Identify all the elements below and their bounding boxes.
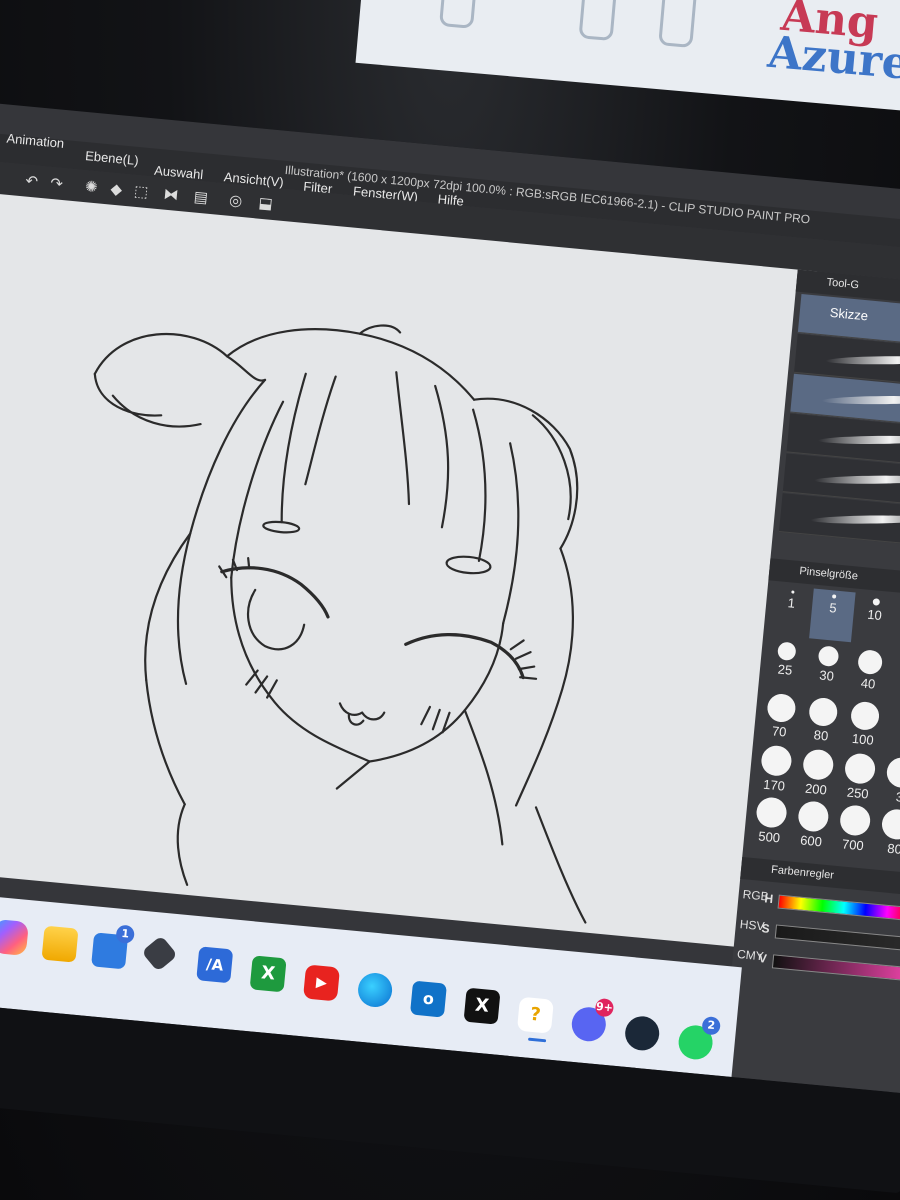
store-badge: 1: [115, 924, 136, 945]
saturation-slider[interactable]: [774, 924, 900, 951]
brush-size-option[interactable]: 700: [831, 800, 878, 853]
brush-size-option[interactable]: 30: [804, 640, 851, 694]
loading-icon[interactable]: ✺: [82, 177, 102, 197]
brush-stroke-preview: [821, 395, 900, 405]
brush-stroke-preview: [814, 475, 900, 485]
menu-layer[interactable]: Ebene(L): [85, 148, 140, 168]
whatsapp-badge: 2: [701, 1015, 722, 1036]
flip-icon[interactable]: ⧓: [161, 184, 181, 204]
brush-size-option[interactable]: 40: [846, 644, 893, 698]
brush-size-option[interactable]: 250: [836, 748, 883, 802]
value-slider[interactable]: [771, 954, 900, 981]
edge-icon[interactable]: [356, 971, 394, 1009]
poster-shape: [658, 0, 699, 49]
x-icon[interactable]: X: [463, 987, 501, 1025]
drawing-canvas[interactable]: [0, 193, 818, 949]
photo-scene: Ang Azure Illustration* (1600 x 1200px 7…: [0, 0, 900, 1200]
brush-name: Skizze: [829, 304, 869, 324]
youtube-icon[interactable]: ▶: [302, 964, 341, 1002]
brush-stroke-preview: [825, 355, 900, 365]
page-icon[interactable]: ▤: [191, 187, 211, 207]
menu-animation[interactable]: Animation: [6, 131, 65, 151]
hue-slider[interactable]: [777, 894, 900, 921]
brush-size-option[interactable]: 200: [794, 744, 841, 798]
poster-text-2: Azure: [765, 26, 900, 90]
redo-icon[interactable]: ↷: [47, 174, 67, 194]
brush-size-option[interactable]: 170: [753, 740, 800, 794]
poster-shape: [578, 0, 620, 42]
active-app-indicator: [527, 1037, 547, 1043]
hue-label: H: [763, 891, 774, 907]
steam-icon[interactable]: [623, 1014, 661, 1052]
brush-size-option[interactable]: 80: [799, 692, 846, 746]
brush-stroke-preview: [818, 435, 900, 445]
brush-size-option[interactable]: 600: [790, 796, 837, 849]
fill-icon[interactable]: ◆: [107, 179, 127, 199]
brush-size-option[interactable]: 500: [748, 792, 795, 845]
clip-studio-icon[interactable]: ?: [516, 996, 554, 1034]
brush-size-option[interactable]: 1: [767, 585, 814, 639]
brush-size-option[interactable]: 10: [851, 592, 898, 646]
brush-size-option[interactable]: 70: [758, 688, 805, 742]
select-icon[interactable]: ⬓: [256, 193, 276, 213]
affinity-icon[interactable]: /A: [196, 946, 234, 984]
outlook-icon[interactable]: o: [409, 980, 447, 1018]
discord-badge: 9+: [594, 997, 615, 1018]
value-label: V: [758, 951, 768, 966]
saturation-label: S: [760, 921, 771, 936]
copilot-icon[interactable]: [0, 918, 29, 956]
xbox-icon[interactable]: X: [249, 955, 287, 993]
wall-poster: Ang Azure: [355, 0, 900, 117]
brush-size-option[interactable]: 25: [762, 636, 809, 690]
brush-stroke-preview: [810, 514, 900, 525]
tool-panel-title: Tool-G: [826, 276, 860, 292]
transform-icon[interactable]: ⬚: [131, 182, 151, 202]
brush-size-title: Pinselgröße: [798, 565, 859, 583]
brush-size-option[interactable]: 100: [841, 696, 888, 750]
screen: Illustration* (1600 x 1200px 72dpi 100.0…: [0, 100, 900, 1094]
sketch-drawing: [93, 324, 587, 924]
undo-icon[interactable]: ↶: [22, 171, 42, 191]
brush-size-option[interactable]: 3: [878, 752, 900, 806]
poster-shape: [439, 0, 480, 29]
file-explorer-icon[interactable]: [41, 925, 79, 963]
app-icon[interactable]: [141, 935, 178, 972]
monitor: Illustration* (1600 x 1200px 72dpi 100.0…: [0, 100, 900, 1194]
camera-icon[interactable]: ◎: [226, 191, 246, 211]
color-panel-title: Farbenregler: [770, 863, 835, 882]
brush-size-option[interactable]: 80: [873, 804, 900, 858]
brush-size-option-selected[interactable]: 5: [809, 588, 856, 643]
